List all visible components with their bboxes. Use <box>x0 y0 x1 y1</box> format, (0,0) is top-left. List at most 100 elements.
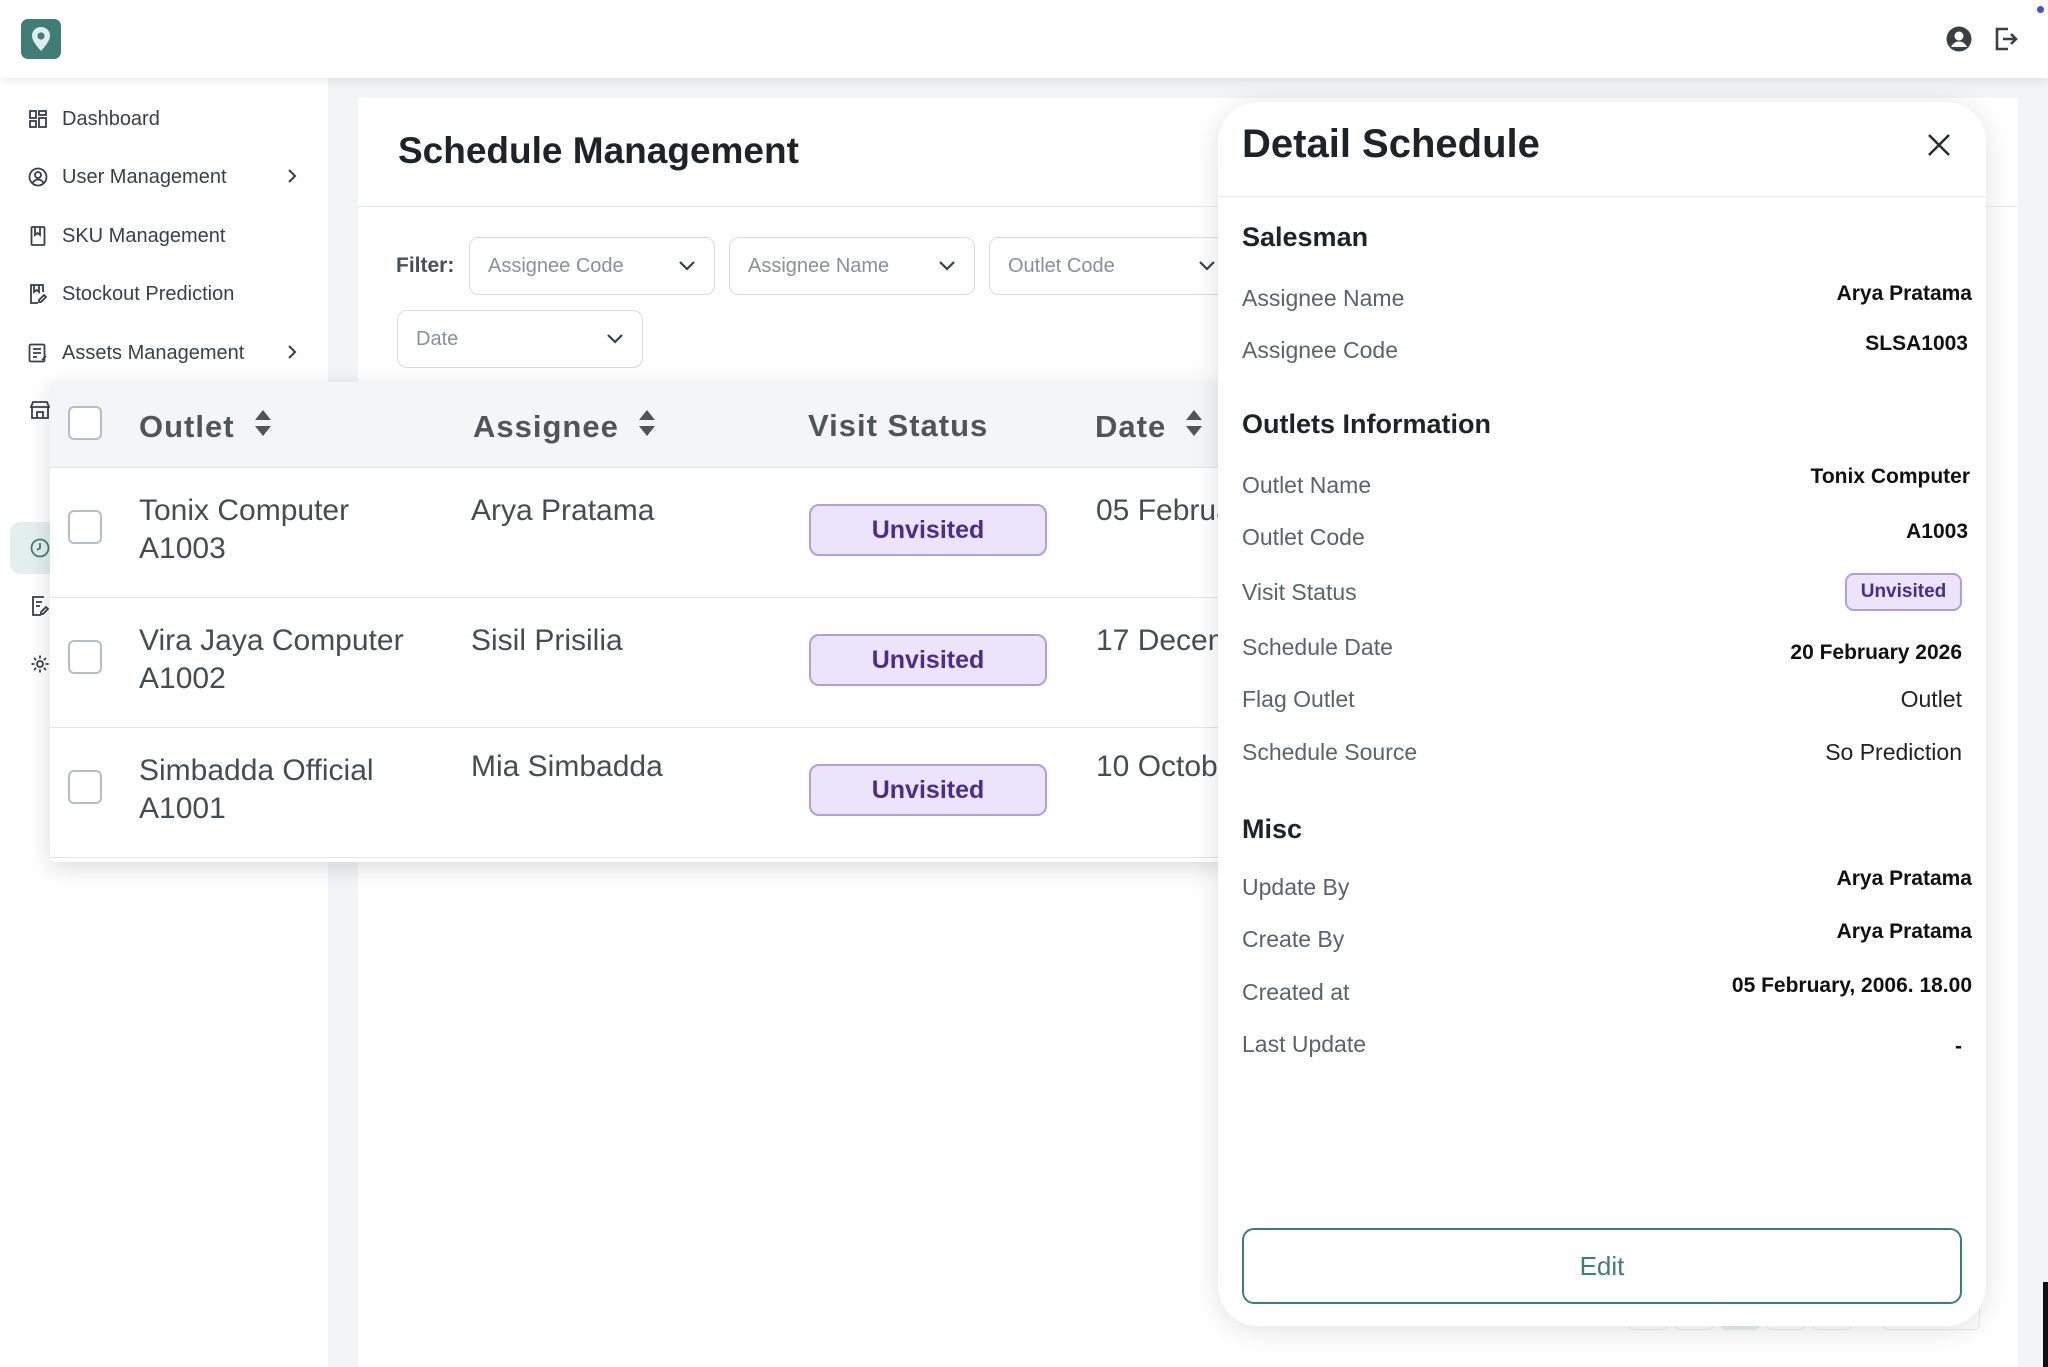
row-checkbox[interactable] <box>68 640 102 674</box>
update-by-value: Arya Pratama <box>1836 867 1972 890</box>
column-header-outlet[interactable]: Outlet <box>139 408 273 446</box>
outlet-cell: Vira Jaya Computer A1002 <box>139 622 404 698</box>
page-title: Schedule Management <box>398 130 799 171</box>
column-header-date[interactable]: Date <box>1095 408 1204 446</box>
filter-placeholder: Outlet Code <box>1008 254 1115 277</box>
sidebar-item-user-management[interactable]: User Management <box>28 157 298 197</box>
close-button[interactable] <box>1922 128 1956 162</box>
filter-assignee-name[interactable]: Assignee Name <box>729 237 975 295</box>
schedule-source-label: Schedule Source <box>1242 739 1418 765</box>
section-salesman: Salesman <box>1242 222 1369 252</box>
assignee-name-value: Arya Pratama <box>1836 282 1972 305</box>
document-list-icon <box>28 343 48 363</box>
close-icon <box>1928 134 1950 156</box>
column-header-assignee[interactable]: Assignee <box>473 408 657 446</box>
status-badge: Unvisited <box>809 504 1047 556</box>
sort-icon <box>637 408 657 446</box>
window-edge <box>2043 1282 2048 1367</box>
outlet-code: A1001 <box>139 792 226 825</box>
created-at-label: Created at <box>1242 979 1350 1005</box>
user-circle-icon <box>28 167 48 187</box>
create-by-value: Arya Pratama <box>1836 920 1972 943</box>
filter-date[interactable]: Date <box>397 310 643 368</box>
created-at-value: 05 February, 2006. 18.00 <box>1731 974 1972 997</box>
top-bar <box>0 0 2048 78</box>
outlet-cell: Simbadda Official A1001 <box>139 752 374 828</box>
select-all-checkbox[interactable] <box>68 406 102 440</box>
detail-schedule-panel: Detail Schedule Salesman Assignee Name A… <box>1218 102 1986 1326</box>
filter-label: Filter: <box>396 254 455 277</box>
column-header-visit-status: Visit Status <box>808 408 989 443</box>
outlet-name-value: Tonix Computer <box>1810 465 1970 488</box>
update-by-label: Update By <box>1242 874 1350 900</box>
outlet-code-label: Outlet Code <box>1242 524 1365 550</box>
section-outlets-information: Outlets Information <box>1242 409 1491 439</box>
sidebar-item-dashboard[interactable]: Dashboard <box>28 99 298 139</box>
filter-assignee-code[interactable]: Assignee Code <box>469 237 715 295</box>
assignee-cell: Mia Simbadda <box>471 750 663 783</box>
outlet-name-label: Outlet Name <box>1242 472 1372 498</box>
divider <box>1218 196 1986 197</box>
sort-icon <box>1184 408 1204 446</box>
sidebar-item-sku-management[interactable]: SKU Management <box>28 216 298 256</box>
row-checkbox[interactable] <box>68 510 102 544</box>
dashboard-icon <box>28 109 48 129</box>
section-misc: Misc <box>1242 814 1303 844</box>
create-by-label: Create By <box>1242 926 1345 952</box>
sidebar-item-assets-management[interactable]: Assets Management <box>28 333 298 373</box>
location-pin-icon <box>32 27 50 51</box>
filter-outlet-code[interactable]: Outlet Code <box>989 237 1235 295</box>
detail-title: Detail Schedule <box>1242 122 1540 166</box>
date-cell: 10 Octobe <box>1096 750 1230 783</box>
date-cell: 17 Decem <box>1096 624 1230 657</box>
last-update-label: Last Update <box>1242 1031 1367 1057</box>
schedule-source-value: So Prediction <box>1825 739 1962 765</box>
outlet-name: Simbadda Official <box>139 754 374 787</box>
chevron-right-icon <box>286 167 298 191</box>
schedule-clock-icon[interactable] <box>28 536 52 560</box>
chevron-down-icon <box>678 255 696 278</box>
gear-icon[interactable] <box>28 652 52 676</box>
date-cell: 05 Februa <box>1096 494 1230 527</box>
notification-dot <box>2037 6 2044 13</box>
table-header: Outlet Assignee Visit Status Date <box>50 382 1230 468</box>
sidebar-item-label: Stockout Prediction <box>62 282 235 305</box>
flag-outlet-value: Outlet <box>1900 686 1962 712</box>
assignee-code-value: SLSA1003 <box>1865 332 1968 355</box>
table-row[interactable]: Simbadda Official A1001 Mia Simbadda Unv… <box>50 728 1230 858</box>
sidebar-item-stockout-prediction[interactable]: Stockout Prediction <box>28 274 298 314</box>
flag-outlet-label: Flag Outlet <box>1242 686 1355 712</box>
chevron-right-icon <box>286 343 298 367</box>
outlet-code: A1002 <box>139 662 226 695</box>
chevron-down-icon <box>606 328 624 351</box>
assignee-code-label: Assignee Code <box>1242 337 1398 363</box>
schedule-date-label: Schedule Date <box>1242 634 1393 660</box>
last-update-value: - <box>1955 1035 1962 1058</box>
status-badge: Unvisited <box>809 764 1047 816</box>
sidebar-item-label: Dashboard <box>62 107 160 130</box>
filter-placeholder: Date <box>416 327 459 350</box>
assignee-name-label: Assignee Name <box>1242 285 1405 311</box>
outlet-name: Tonix Computer <box>139 494 350 527</box>
schedule-date-value: 20 February 2026 <box>1790 641 1962 664</box>
logout-icon[interactable] <box>1990 24 2020 54</box>
visit-status-badge: Unvisited <box>1845 573 1962 611</box>
user-account-icon[interactable] <box>1944 24 1974 54</box>
schedule-table: Outlet Assignee Visit Status Date Tonix … <box>50 382 1230 862</box>
row-checkbox[interactable] <box>68 770 102 804</box>
edit-button[interactable]: Edit <box>1242 1228 1962 1304</box>
store-icon[interactable] <box>28 398 52 422</box>
assignee-cell: Sisil Prisilia <box>471 624 623 657</box>
table-row[interactable]: Tonix Computer A1003 Arya Pratama Unvisi… <box>50 468 1230 598</box>
report-icon[interactable] <box>28 594 52 618</box>
sidebar-item-label: User Management <box>62 165 227 188</box>
app-logo[interactable] <box>21 19 61 59</box>
visit-status-label: Visit Status <box>1242 579 1357 605</box>
outlet-name: Vira Jaya Computer <box>139 624 404 657</box>
sidebar-item-label: Assets Management <box>62 341 245 364</box>
outlet-code: A1003 <box>139 532 226 565</box>
table-row[interactable]: Vira Jaya Computer A1002 Sisil Prisilia … <box>50 598 1230 728</box>
sidebar-item-label: SKU Management <box>62 224 226 247</box>
chevron-down-icon <box>938 255 956 278</box>
sort-icon <box>253 408 273 446</box>
